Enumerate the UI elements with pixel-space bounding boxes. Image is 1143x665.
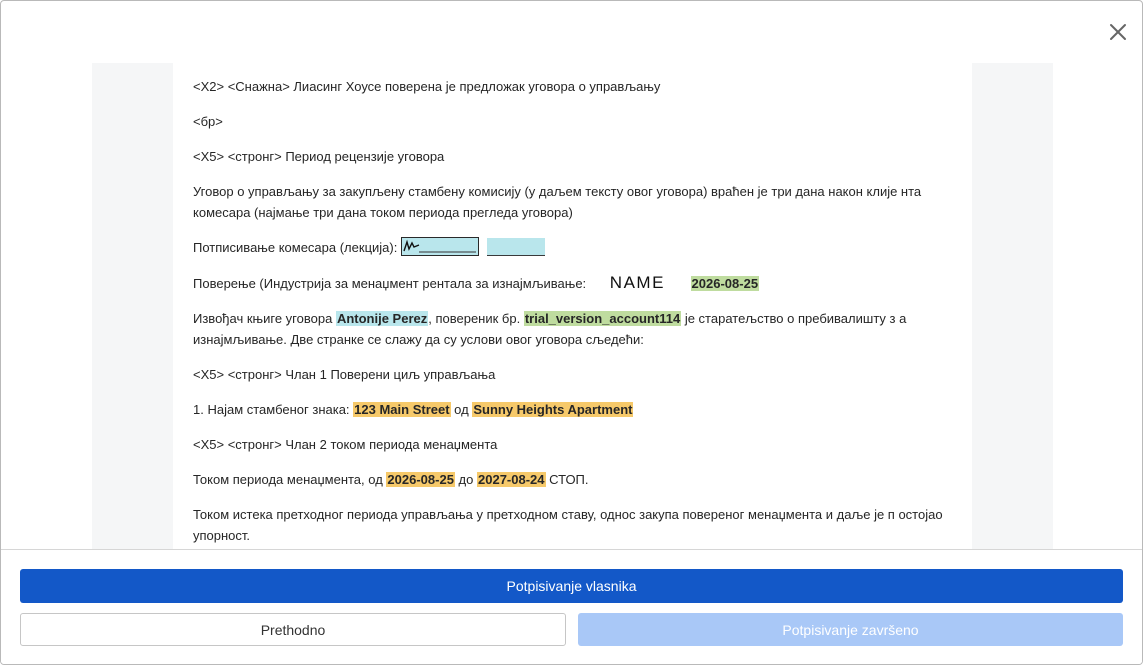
trust-date-field[interactable]: 2026-08-25 bbox=[690, 276, 760, 291]
signing-complete-button[interactable]: Potpisivanje završeno bbox=[578, 613, 1123, 646]
performer-name-field[interactable]: Antonije Perez bbox=[335, 311, 429, 326]
trust-row: Поверење (Индустрија за менаџмент рентал… bbox=[193, 272, 953, 294]
performer-prefix: Извођач књиге уговора bbox=[193, 311, 333, 326]
commissioner-signature-field[interactable] bbox=[400, 237, 479, 256]
doc-review-paragraph: Уговор о управљању за закупљену стамбену… bbox=[193, 184, 922, 220]
trust-signature[interactable]: NAME bbox=[610, 272, 665, 293]
doc-article1-heading: <X5> <стронг> Члан 1 Поверени циљ управљ… bbox=[193, 367, 496, 382]
article1-paragraph: 1. Најам стамбеног знака: 123 Main Stree… bbox=[193, 399, 953, 420]
doc-section-review: <X5> <стронг> Период рецензије уговора bbox=[193, 149, 445, 164]
article1-mid: од bbox=[454, 402, 469, 417]
close-icon bbox=[1110, 24, 1126, 40]
address-field[interactable]: 123 Main Street bbox=[353, 402, 451, 417]
period-mid: до bbox=[458, 472, 474, 487]
close-button[interactable] bbox=[1106, 20, 1130, 44]
doc-line-break: <бр> bbox=[193, 114, 223, 129]
period-paragraph: Током периода менаџмента, од 2026-08-25 … bbox=[193, 469, 953, 490]
signature-scribble-icon bbox=[403, 239, 476, 253]
trust-label: Поверење (Индустрија за менаџмент рентал… bbox=[193, 276, 587, 291]
document-content: <X2> <Снажна> Лиасинг Хоусе поверена је … bbox=[193, 76, 953, 549]
period-suffix: СТОП. bbox=[549, 472, 589, 487]
owner-signing-button[interactable]: Potpisivanje vlasnika bbox=[20, 569, 1123, 603]
building-field[interactable]: Sunny Heights Apartment bbox=[472, 402, 634, 417]
doc-last-paragraph: Током истека претходног периода управљањ… bbox=[193, 507, 943, 543]
doc-heading: <X2> <Снажна> Лиасинг Хоусе поверена је … bbox=[193, 79, 661, 94]
commissioner-signature-row: Потписивање комесара (лекција): bbox=[193, 237, 953, 258]
commissioner-signature-label: Потписивање комесара (лекција): bbox=[193, 240, 398, 255]
signing-dialog: <X2> <Снажна> Лиасинг Хоусе поверена је … bbox=[0, 0, 1143, 665]
period-to-field[interactable]: 2027-08-24 bbox=[477, 472, 546, 487]
dialog-footer: Potpisivanje vlasnika Prethodno Potpisiv… bbox=[1, 549, 1142, 664]
doc-article2-heading: <X5> <стронг> Члан 2 током периода менаџ… bbox=[193, 437, 498, 452]
commissioner-date-field[interactable] bbox=[486, 238, 545, 256]
performer-mid: , повереник бр. bbox=[428, 311, 521, 326]
period-from-field[interactable]: 2026-08-25 bbox=[386, 472, 455, 487]
previous-button[interactable]: Prethodno bbox=[20, 613, 566, 646]
document-page: <X2> <Снажна> Лиасинг Хоусе поверена је … bbox=[173, 63, 972, 549]
article1-prefix: 1. Најам стамбеног знака: bbox=[193, 402, 350, 417]
document-viewer[interactable]: <X2> <Снажна> Лиасинг Хоусе поверена је … bbox=[92, 63, 1053, 549]
performer-paragraph: Извођач књиге уговора Antonije Perez, по… bbox=[193, 308, 953, 350]
period-prefix: Током периода менаџмента, од bbox=[193, 472, 383, 487]
performer-account-field[interactable]: trial_version_account114 bbox=[523, 311, 682, 326]
